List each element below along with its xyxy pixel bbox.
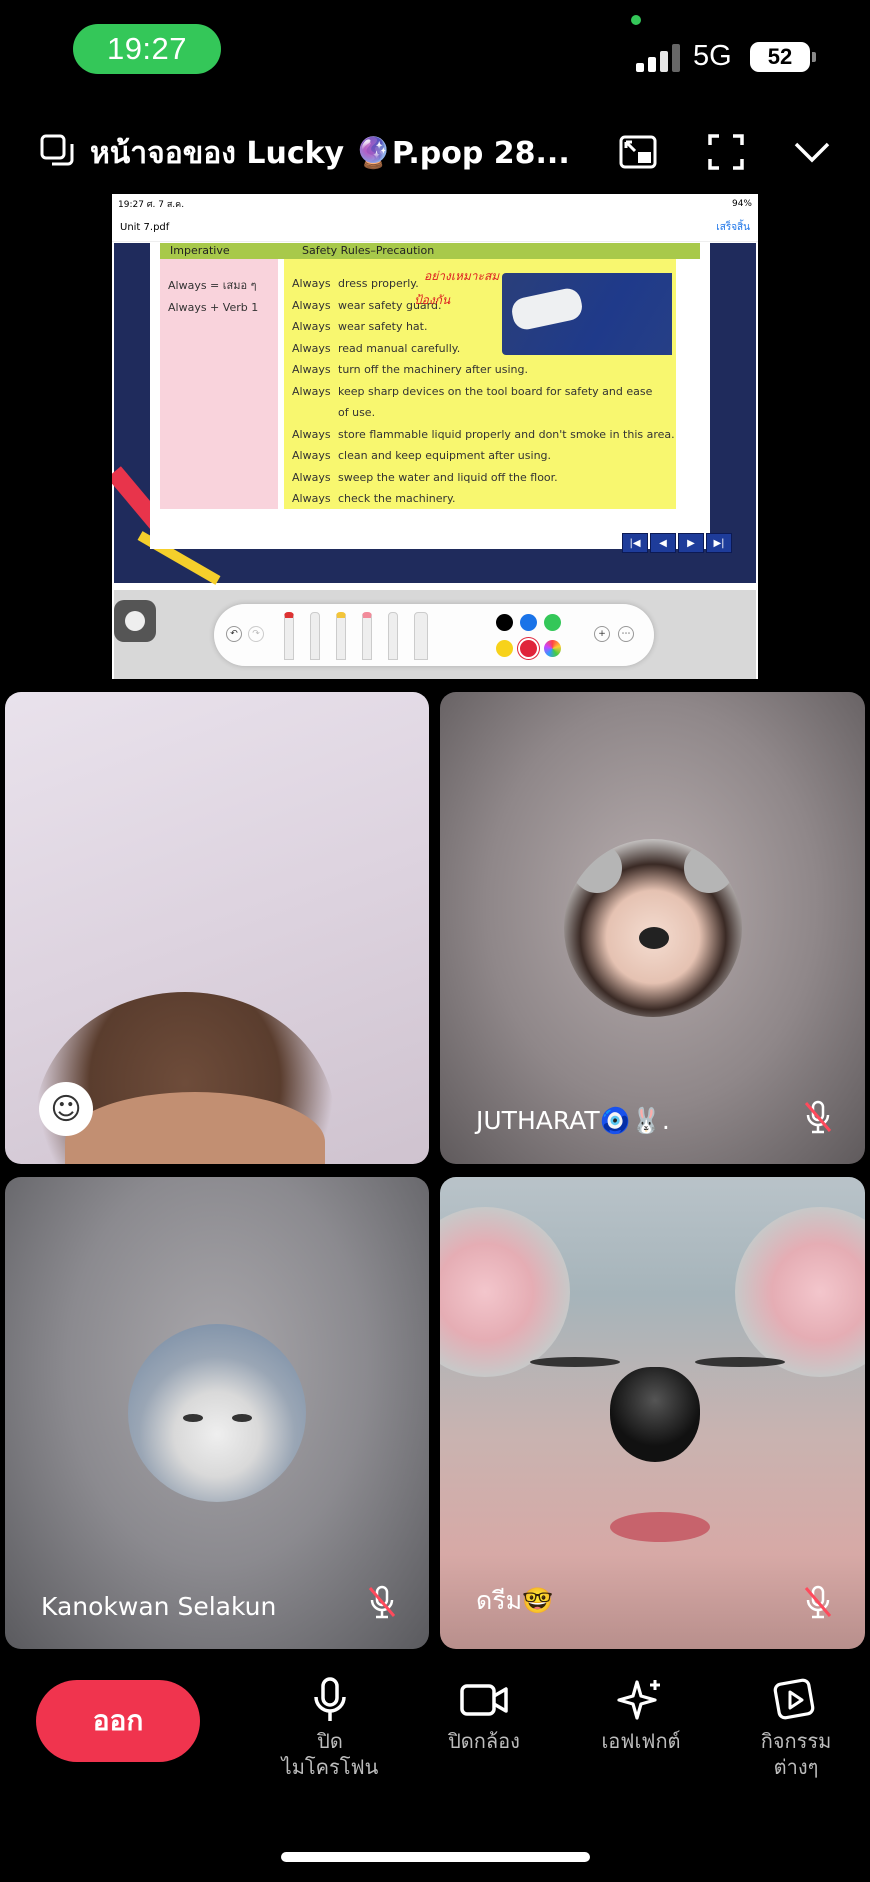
shared-screen-title: หน้าจอของ Lucky 🔮P.pop 28... [90, 136, 570, 171]
mic-off-icon [804, 1585, 832, 1619]
add-icon: + [594, 626, 610, 642]
ipad-status-bar: 19:27 ศ. 7 ส.ค. 94% [112, 194, 758, 214]
blue-color-swatch [520, 614, 537, 631]
koala-nose-filter [639, 927, 669, 949]
pen-tool-icon [284, 612, 294, 660]
pdf-toolbar: Unit 7.pdf เสร็จสิ้น [112, 214, 758, 242]
battery-icon: 52 [750, 42, 816, 72]
copy-screens-icon[interactable] [38, 132, 78, 172]
mic-off-icon [804, 1100, 832, 1134]
rule-line: Always sweep the water and liquid off the… [292, 470, 558, 484]
rule-line: of use. [338, 406, 376, 419]
participant-tile-kanokwan[interactable]: Kanokwan Selakun [5, 1177, 429, 1649]
camera-label: ปิดกล้อง [448, 1729, 520, 1753]
safety-rules-header: Safety Rules–Precaution [302, 244, 435, 257]
rule-line: Always keep sharp devices on the tool boa… [292, 384, 653, 398]
effects-button[interactable]: เอฟเฟกต์ [571, 1676, 711, 1754]
safety-glove-image [502, 273, 672, 355]
participant-name: Kanokwan Selakun [41, 1592, 277, 1621]
rule-line: Always turn off the machinery after using… [292, 363, 528, 376]
microphone-icon [314, 1677, 346, 1721]
black-color-swatch [496, 614, 513, 631]
participant-lips [610, 1512, 710, 1542]
highlighter-tool-icon [336, 612, 346, 660]
koala-ear-filter [572, 843, 622, 893]
activities-play-icon [773, 1678, 815, 1720]
leave-call-button[interactable]: ออก [36, 1680, 200, 1762]
handwritten-annotation: อย่างเหมาะสม [424, 269, 500, 283]
participant-eye [530, 1357, 620, 1367]
prev-slide-button: ◀ [650, 533, 676, 553]
red-color-swatch [520, 640, 537, 657]
pdf-file-name: Unit 7.pdf [120, 222, 170, 233]
network-type: 5G [693, 40, 732, 72]
markup-toolbar: ↶ ↷ + ⋯ [214, 604, 654, 666]
imperative-header: Imperative [170, 244, 230, 257]
picture-in-picture-icon[interactable] [618, 132, 658, 172]
first-slide-button: |◀ [622, 533, 648, 553]
rule-line: Always store flammable liquid properly an… [292, 427, 675, 441]
safety-rules-list: Always dress properly. Always wear safety … [284, 259, 676, 509]
mute-mic-button[interactable]: ปิด ไมโครโฟน [260, 1676, 400, 1780]
camera-in-use-indicator [631, 15, 641, 25]
pdf-done-button: เสร็จสิ้น [716, 222, 750, 233]
more-icon: ⋯ [618, 626, 634, 642]
sparkle-effects-icon [617, 1680, 660, 1720]
activities-button[interactable]: กิจกรรม ต่างๆ [726, 1676, 866, 1780]
slide-content: Imperative Safety Rules–Precaution Alway… [150, 243, 732, 553]
participant-avatar [128, 1324, 306, 1502]
lasso-tool-icon [114, 600, 156, 642]
redo-icon: ↷ [248, 626, 264, 642]
ruler-tool-icon [414, 612, 428, 660]
mic-label-line2: ไมโครโฟน [281, 1755, 379, 1779]
home-indicator [281, 1852, 590, 1862]
participant-name: ดรีม🤓 [476, 1586, 554, 1615]
koala-ear-filter [735, 1207, 865, 1377]
pencil-tool-icon [388, 612, 398, 660]
note-line: Always + Verb 1 [168, 301, 259, 314]
video-camera-icon [460, 1684, 508, 1716]
koala-ear-filter [440, 1207, 570, 1377]
participant-name: JUTHARAT🧿🐰. [476, 1106, 670, 1135]
eraser-tool-icon [362, 612, 372, 660]
last-slide-button: ▶| [706, 533, 732, 553]
slide-nav-buttons: |◀ ◀ ▶ ▶| [622, 533, 732, 553]
ipad-time: 19:27 ศ. 7 ส.ค. [118, 200, 185, 210]
chevron-down-icon[interactable] [792, 132, 832, 172]
activities-label-line2: ต่างๆ [773, 1755, 819, 1779]
participant-eye [695, 1357, 785, 1367]
participant-tile-dream[interactable]: ดรีม🤓 [440, 1177, 865, 1649]
mic-label-line1: ปิด [317, 1729, 343, 1753]
handwritten-annotation: ป้องกัน [414, 293, 451, 307]
koala-nose-filter [584, 1367, 726, 1465]
slide-header-bar: Imperative Safety Rules–Precaution [160, 243, 700, 259]
undo-icon: ↶ [226, 626, 242, 642]
fullscreen-icon[interactable] [706, 132, 746, 172]
rule-line: Always clean and keep equipment after usi… [292, 449, 552, 462]
participant-tile-jutharat[interactable]: JUTHARAT🧿🐰. [440, 692, 865, 1164]
imperative-notes: Always = เสมอ ๆ Always + Verb 1 [160, 259, 278, 509]
yellow-color-swatch [496, 640, 513, 657]
marker-tool-icon [310, 612, 320, 660]
status-time: 19:27 [73, 24, 221, 74]
rule-line: Always check the machinery. [292, 492, 456, 505]
cat-eye [232, 1414, 252, 1422]
effects-label: เอฟเฟกต์ [601, 1729, 681, 1753]
pdf-slide: Imperative Safety Rules–Precaution Alway… [112, 243, 756, 585]
note-line: Always = เสมอ ๆ [168, 279, 257, 292]
turn-off-camera-button[interactable]: ปิดกล้อง [414, 1676, 554, 1754]
mic-off-icon [368, 1585, 396, 1619]
koala-ear-filter [684, 843, 734, 893]
shared-screen-view[interactable]: 19:27 ศ. 7 ส.ค. 94% Unit 7.pdf เสร็จสิ้น… [112, 194, 758, 679]
activities-label-line1: กิจกรรม [760, 1729, 832, 1753]
next-slide-button: ▶ [678, 533, 704, 553]
color-picker-icon [544, 640, 561, 657]
participant-tile-self[interactable]: ☺ [5, 692, 429, 1164]
participant-avatar [564, 839, 742, 1017]
reaction-emoji-button[interactable]: ☺ [39, 1082, 93, 1136]
cellular-signal-icon [636, 44, 680, 72]
ipad-battery: 94% [731, 199, 752, 209]
cat-eye [183, 1414, 203, 1422]
green-color-swatch [544, 614, 561, 631]
